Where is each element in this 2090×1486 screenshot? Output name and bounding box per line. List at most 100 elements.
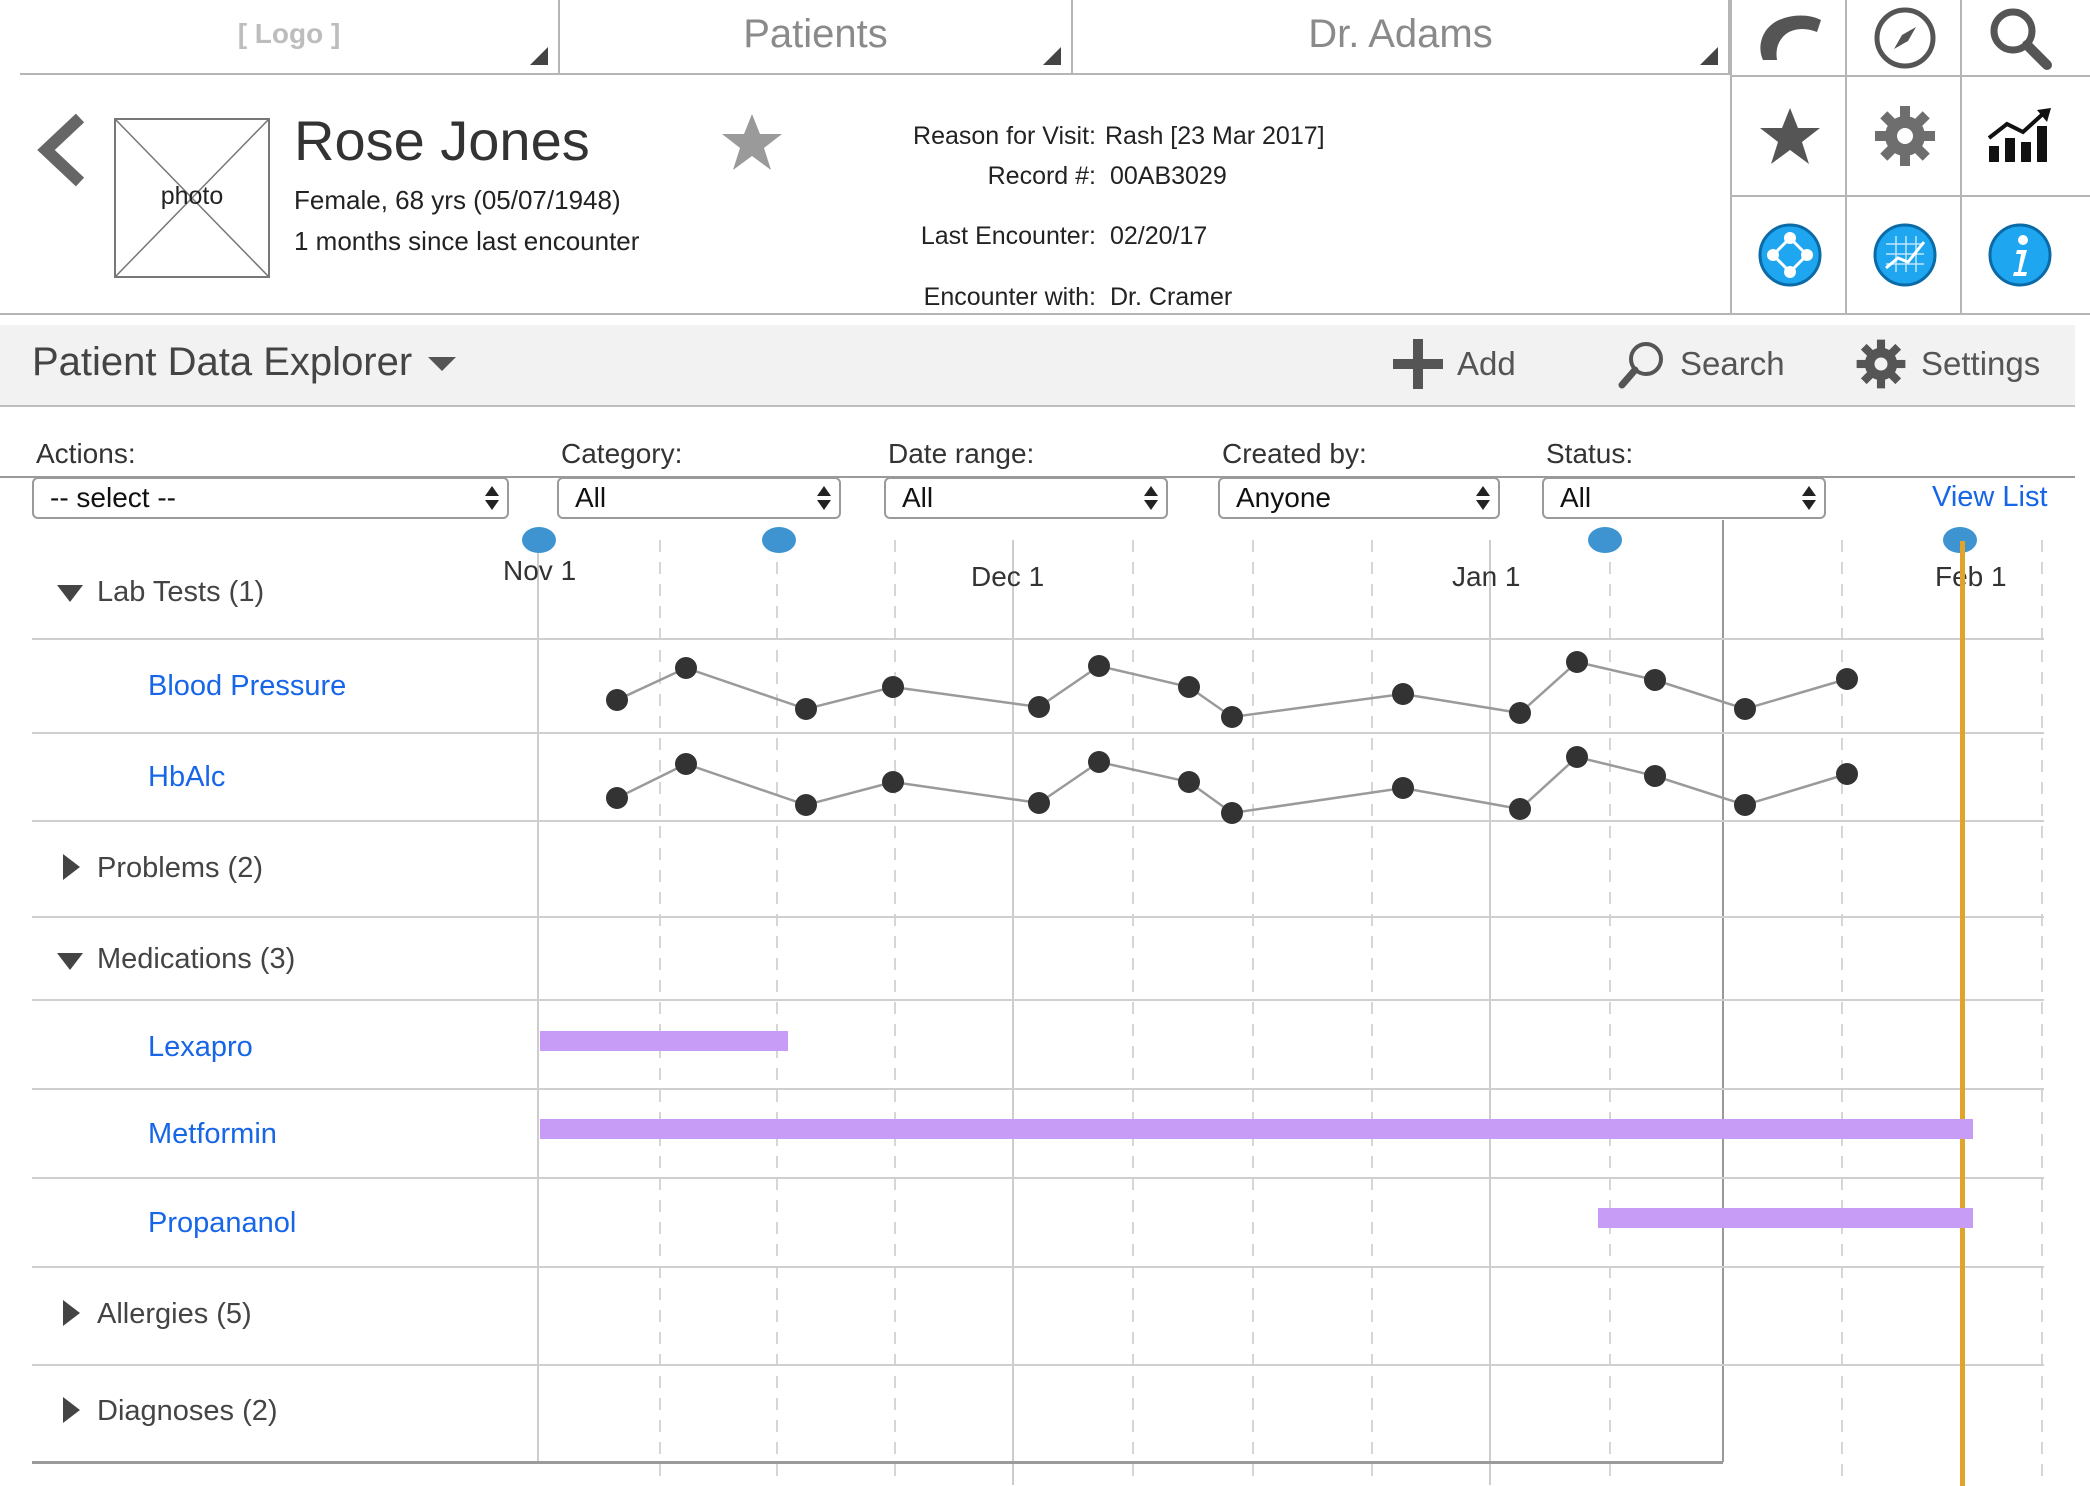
patient-demographics: Female, 68 yrs (05/07/1948) <box>294 185 621 215</box>
caret-down-icon <box>428 357 457 371</box>
phone-icon <box>1759 15 1821 60</box>
range-marker[interactable] <box>1588 527 1622 553</box>
data-point <box>795 794 817 816</box>
patients-menu[interactable]: Patients <box>560 0 1073 75</box>
data-point <box>675 753 697 775</box>
blood-pressure-link[interactable]: Blood Pressure <box>148 670 346 703</box>
dropdown-corner-icon <box>530 47 548 65</box>
blood-pressure-trend[interactable] <box>600 650 1920 730</box>
graph-button[interactable] <box>1847 197 1962 313</box>
propananol-link[interactable]: Propananol <box>148 1207 296 1240</box>
graph-icon <box>1873 223 1936 287</box>
month-label: Feb 1 <box>1935 561 2007 592</box>
expand-icon[interactable] <box>63 854 80 880</box>
data-point <box>1221 802 1243 824</box>
data-point <box>1566 746 1588 768</box>
problems-row[interactable]: Problems (2) <box>97 852 263 885</box>
search-label: Search <box>1680 345 1785 382</box>
visit-value: Rash [23 Mar 2017] <box>1105 122 1325 150</box>
add-button[interactable]: Add <box>1393 336 1516 392</box>
propananol-bar[interactable] <box>1598 1208 1973 1228</box>
encounter-with-label: Encounter with: <box>923 283 1096 311</box>
data-point <box>1088 751 1110 773</box>
settings-button[interactable] <box>1847 77 1962 195</box>
record-value: 00AB3029 <box>1110 162 1227 190</box>
actions-label: Actions: <box>36 438 136 469</box>
lexapro-bar[interactable] <box>540 1031 788 1051</box>
search-icon <box>1990 8 2052 70</box>
patients-menu-label: Patients <box>743 12 888 56</box>
allergies-row[interactable]: Allergies (5) <box>97 1298 252 1331</box>
data-point <box>882 771 904 793</box>
favorite-button[interactable] <box>1732 77 1847 195</box>
header-divider <box>0 313 2090 315</box>
explorer-title-dropdown[interactable]: Patient Data Explorer <box>32 337 457 387</box>
star-icon <box>1759 108 1820 164</box>
range-marker[interactable] <box>522 527 556 553</box>
medications-row[interactable]: Medications (3) <box>97 943 295 976</box>
favorite-star-button[interactable] <box>720 112 784 177</box>
encounter-with-value: Dr. Cramer <box>1110 283 1233 311</box>
info-icon <box>1988 223 2051 287</box>
record-label: Record #: <box>987 162 1096 190</box>
patient-photo: photo <box>114 118 270 278</box>
search-button[interactable] <box>1962 0 2077 75</box>
back-button[interactable] <box>36 112 86 193</box>
info-button[interactable] <box>1962 197 2077 313</box>
last-encounter-value: 02/20/17 <box>1110 222 1208 250</box>
gear-icon <box>1874 106 1935 166</box>
data-point <box>882 676 904 698</box>
data-point <box>1178 771 1200 793</box>
lab-tests-row[interactable]: Lab Tests (1) <box>97 576 264 609</box>
phone-button[interactable] <box>1732 0 1847 75</box>
month-label: Jan 1 <box>1452 561 1521 592</box>
month-label: Nov 1 <box>503 555 577 586</box>
compass-button[interactable] <box>1847 0 1962 75</box>
data-point <box>1221 706 1243 728</box>
expand-icon[interactable] <box>63 1397 80 1423</box>
logo-cell[interactable]: [ Logo ] <box>20 0 560 75</box>
chart-button[interactable] <box>1962 77 2077 195</box>
data-point <box>1392 683 1414 705</box>
doctor-menu-label: Dr. Adams <box>1308 12 1493 56</box>
patient-since-last: 1 months since last encounter <box>294 226 640 256</box>
doctor-menu[interactable]: Dr. Adams <box>1073 0 1730 75</box>
data-point <box>1734 698 1756 720</box>
data-point <box>1028 696 1050 718</box>
data-point <box>795 698 817 720</box>
month-label: Dec 1 <box>971 561 1045 592</box>
logo: [ Logo ] <box>237 18 341 49</box>
search-toolbar-button[interactable]: Search <box>1618 336 1785 392</box>
data-point <box>1392 777 1414 799</box>
created-by-label: Created by: <box>1222 438 1367 469</box>
metformin-bar[interactable] <box>540 1119 1973 1139</box>
explorer-title: Patient Data Explorer <box>32 339 413 384</box>
settings-toolbar-button[interactable]: Settings <box>1855 336 2040 392</box>
network-button[interactable] <box>1732 197 1847 313</box>
data-point <box>1644 765 1666 787</box>
chart-icon <box>1987 108 2051 162</box>
settings-label: Settings <box>1921 345 2041 382</box>
data-point <box>1088 655 1110 677</box>
status-label: Status: <box>1546 438 1634 469</box>
collapse-icon[interactable] <box>57 585 83 602</box>
data-point <box>1028 792 1050 814</box>
hba1c-link[interactable]: HbAlc <box>148 761 225 794</box>
data-point <box>1509 702 1531 724</box>
lexapro-link[interactable]: Lexapro <box>148 1031 253 1064</box>
chevron-left-icon <box>37 113 85 187</box>
data-point <box>1509 798 1531 820</box>
metformin-link[interactable]: Metformin <box>148 1118 277 1151</box>
collapse-icon[interactable] <box>57 953 83 970</box>
timeline-grid <box>32 520 2044 1485</box>
hba1c-trend[interactable] <box>600 745 1920 825</box>
plus-icon <box>1393 339 1443 389</box>
visit-label: Reason for Visit: <box>913 122 1096 150</box>
data-point <box>606 689 628 711</box>
diagnoses-row[interactable]: Diagnoses (2) <box>97 1395 278 1428</box>
expand-icon[interactable] <box>63 1300 80 1326</box>
add-label: Add <box>1457 345 1516 382</box>
star-icon <box>722 114 782 170</box>
patient-name: Rose Jones <box>294 109 590 172</box>
range-marker[interactable] <box>762 527 796 553</box>
